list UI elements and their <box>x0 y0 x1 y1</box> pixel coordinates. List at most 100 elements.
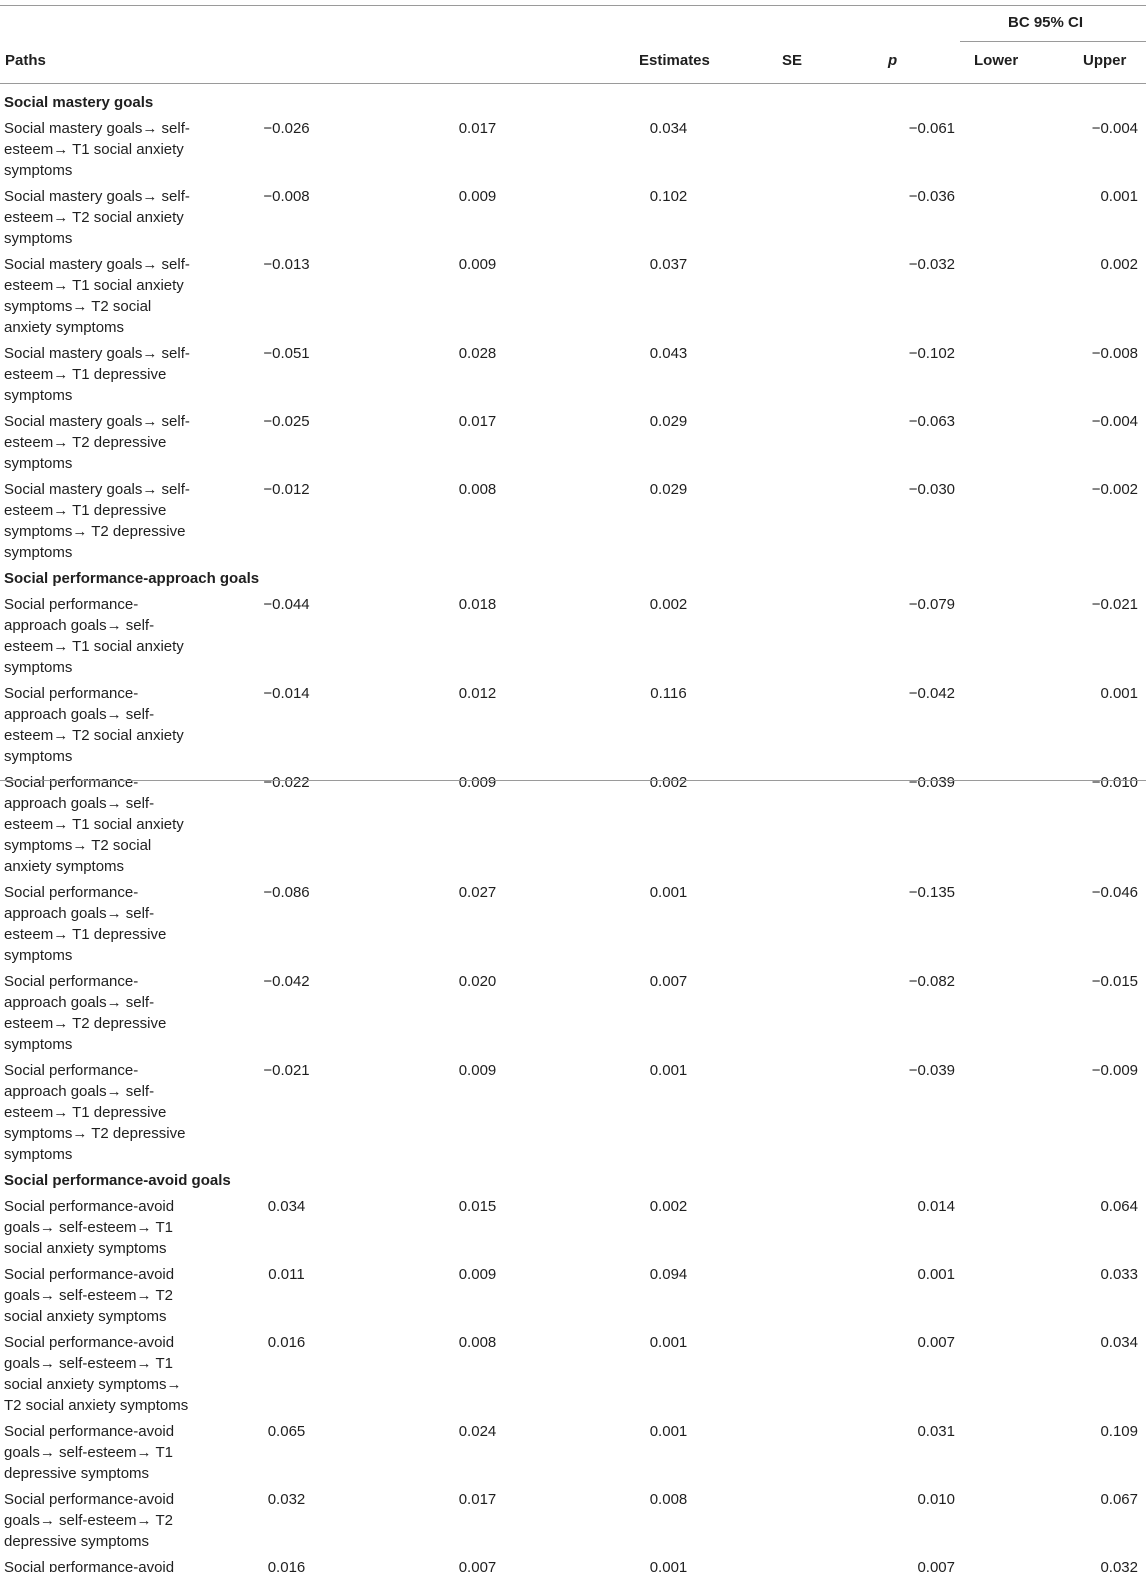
se-cell: 0.024 <box>458 1423 497 1440</box>
p-value-cell: 0.001 <box>649 1559 688 1572</box>
table-row: Social performance-approach goals→ self-… <box>0 971 1146 1060</box>
header-paths: Paths <box>5 52 46 69</box>
estimate-cell: −0.022 <box>263 774 310 791</box>
se-cell: 0.018 <box>458 596 497 613</box>
estimate-cell: 0.016 <box>267 1559 306 1572</box>
table-body: Social mastery goals Social mastery goals… <box>0 92 1146 1572</box>
path-cell: Social performance-approach goals→ self-… <box>4 685 184 765</box>
se-cell: 0.009 <box>458 188 497 205</box>
header-se: SE <box>782 52 803 69</box>
se-cell: 0.017 <box>458 1491 497 1508</box>
estimate-cell: −0.012 <box>263 481 310 498</box>
p-value-cell: 0.001 <box>649 1334 688 1351</box>
section-title: Social mastery goals <box>4 94 154 111</box>
se-cell: 0.009 <box>458 1062 497 1079</box>
table-row: Social performance-approach goals→ self-… <box>0 683 1146 772</box>
ci-upper-cell: −0.004 <box>1091 413 1138 430</box>
se-cell: 0.009 <box>458 256 497 273</box>
ci-upper-cell: 0.001 <box>1100 685 1138 702</box>
estimate-cell: −0.013 <box>263 256 310 273</box>
path-cell: Social performance-avoid goals→ self-est… <box>4 1334 189 1414</box>
ci-upper-cell: 0.064 <box>1100 1198 1138 1215</box>
p-value-cell: 0.029 <box>649 481 688 498</box>
ci-lower-cell: −0.032 <box>908 256 955 273</box>
ci-upper-cell: −0.046 <box>1091 884 1138 901</box>
table-row: Social performance-avoid goals→ self-est… <box>0 1421 1146 1489</box>
se-cell: 0.027 <box>458 884 497 901</box>
ci-lower-cell: 0.031 <box>917 1423 955 1440</box>
ci-upper-cell: −0.008 <box>1091 345 1138 362</box>
se-cell: 0.007 <box>458 1559 497 1572</box>
estimate-cell: 0.011 <box>268 1266 305 1283</box>
estimate-cell: −0.051 <box>263 345 310 362</box>
ci-upper-cell: 0.067 <box>1100 1491 1138 1508</box>
header-upper: Upper <box>1083 52 1127 69</box>
table-row: Social performance-approach goals→ self-… <box>0 772 1146 882</box>
path-cell: Social mastery goals→ self-esteem→ T1 de… <box>4 345 190 404</box>
estimate-cell: 0.065 <box>267 1423 306 1440</box>
ci-lower-cell: 0.001 <box>917 1266 955 1283</box>
path-cell: Social mastery goals→ self-esteem→ T1 de… <box>4 481 190 561</box>
estimate-cell: −0.008 <box>263 188 310 205</box>
estimate-cell: 0.034 <box>267 1198 306 1215</box>
section-header-row: Social mastery goals <box>0 92 1146 118</box>
ci-upper-cell: 0.034 <box>1100 1334 1138 1351</box>
se-cell: 0.017 <box>458 413 497 430</box>
ci-upper-cell: 0.032 <box>1100 1559 1138 1572</box>
estimate-cell: −0.014 <box>263 685 310 702</box>
table-row: Social mastery goals→ self-esteem→ T2 de… <box>0 411 1146 479</box>
path-cell: Social performance-avoid goals→ self-est… <box>4 1266 175 1325</box>
estimate-cell: −0.021 <box>263 1062 310 1079</box>
estimate-cell: −0.086 <box>263 884 310 901</box>
table-bottom-rule <box>0 780 1146 781</box>
table-row: Social mastery goals→ self-esteem→ T1 de… <box>0 343 1146 411</box>
path-cell: Social performance-approach goals→ self-… <box>4 973 167 1053</box>
se-cell: 0.008 <box>458 1334 497 1351</box>
ci-upper-cell: −0.004 <box>1091 120 1138 137</box>
path-cell: Social performance-avoid goals→ self-est… <box>4 1491 175 1550</box>
table-row: Social mastery goals→ self-esteem→ T2 so… <box>0 186 1146 254</box>
header-lower: Lower <box>974 52 1019 69</box>
ci-lower-cell: −0.082 <box>908 973 955 990</box>
ci-lower-cell: −0.042 <box>908 685 955 702</box>
p-value-cell: 0.001 <box>649 884 688 901</box>
ci-upper-cell: −0.010 <box>1091 774 1138 791</box>
ci-lower-cell: 0.014 <box>917 1198 955 1215</box>
ci-lower-cell: −0.102 <box>908 345 955 362</box>
path-cell: Social performance-approach goals→ self-… <box>4 774 184 875</box>
table-row: Social performance-avoid goals→ self-est… <box>0 1264 1146 1332</box>
header-rule <box>0 83 1146 84</box>
table-row: Social performance-approach goals→ self-… <box>0 594 1146 683</box>
section-title: Social performance-avoid goals <box>4 1172 231 1189</box>
table-row: Social mastery goals→ self-esteem→ T1 so… <box>0 118 1146 186</box>
p-value-cell: 0.002 <box>649 1198 688 1215</box>
p-value-cell: 0.001 <box>649 1423 688 1440</box>
estimate-cell: 0.032 <box>267 1491 306 1508</box>
path-cell: Social mastery goals→ self-esteem→ T1 so… <box>4 256 190 336</box>
table-row: Social performance-approach goals→ self-… <box>0 882 1146 971</box>
ci-lower-cell: −0.079 <box>908 596 955 613</box>
ci-lower-cell: 0.007 <box>917 1334 955 1351</box>
ci-lower-cell: −0.036 <box>908 188 955 205</box>
se-cell: 0.028 <box>458 345 497 362</box>
p-value-cell: 0.001 <box>649 1062 688 1079</box>
path-cell: Social performance-approach goals→ self-… <box>4 596 184 676</box>
ci-upper-cell: −0.009 <box>1091 1062 1138 1079</box>
table-row: Social performance-avoid goals→ self-est… <box>0 1557 1146 1572</box>
ci-lower-cell: −0.030 <box>908 481 955 498</box>
ci-upper-cell: 0.001 <box>1100 188 1138 205</box>
ci-upper-cell: −0.002 <box>1091 481 1138 498</box>
ci-lower-cell: −0.039 <box>908 1062 955 1079</box>
path-cell: Social performance-approach goals→ self-… <box>4 1062 186 1163</box>
header-p: p <box>888 52 898 69</box>
ci-lower-cell: 0.010 <box>917 1491 955 1508</box>
ci-upper-cell: 0.002 <box>1100 256 1138 273</box>
estimate-cell: −0.025 <box>263 413 310 430</box>
se-cell: 0.012 <box>458 685 497 702</box>
p-value-cell: 0.008 <box>649 1491 688 1508</box>
estimate-cell: −0.042 <box>263 973 310 990</box>
section-title: Social performance-approach goals <box>4 570 260 587</box>
section-header-row: Social performance-avoid goals <box>0 1170 1146 1196</box>
path-cell: Social mastery goals→ self-esteem→ T2 so… <box>4 188 190 247</box>
estimate-cell: 0.016 <box>267 1334 306 1351</box>
